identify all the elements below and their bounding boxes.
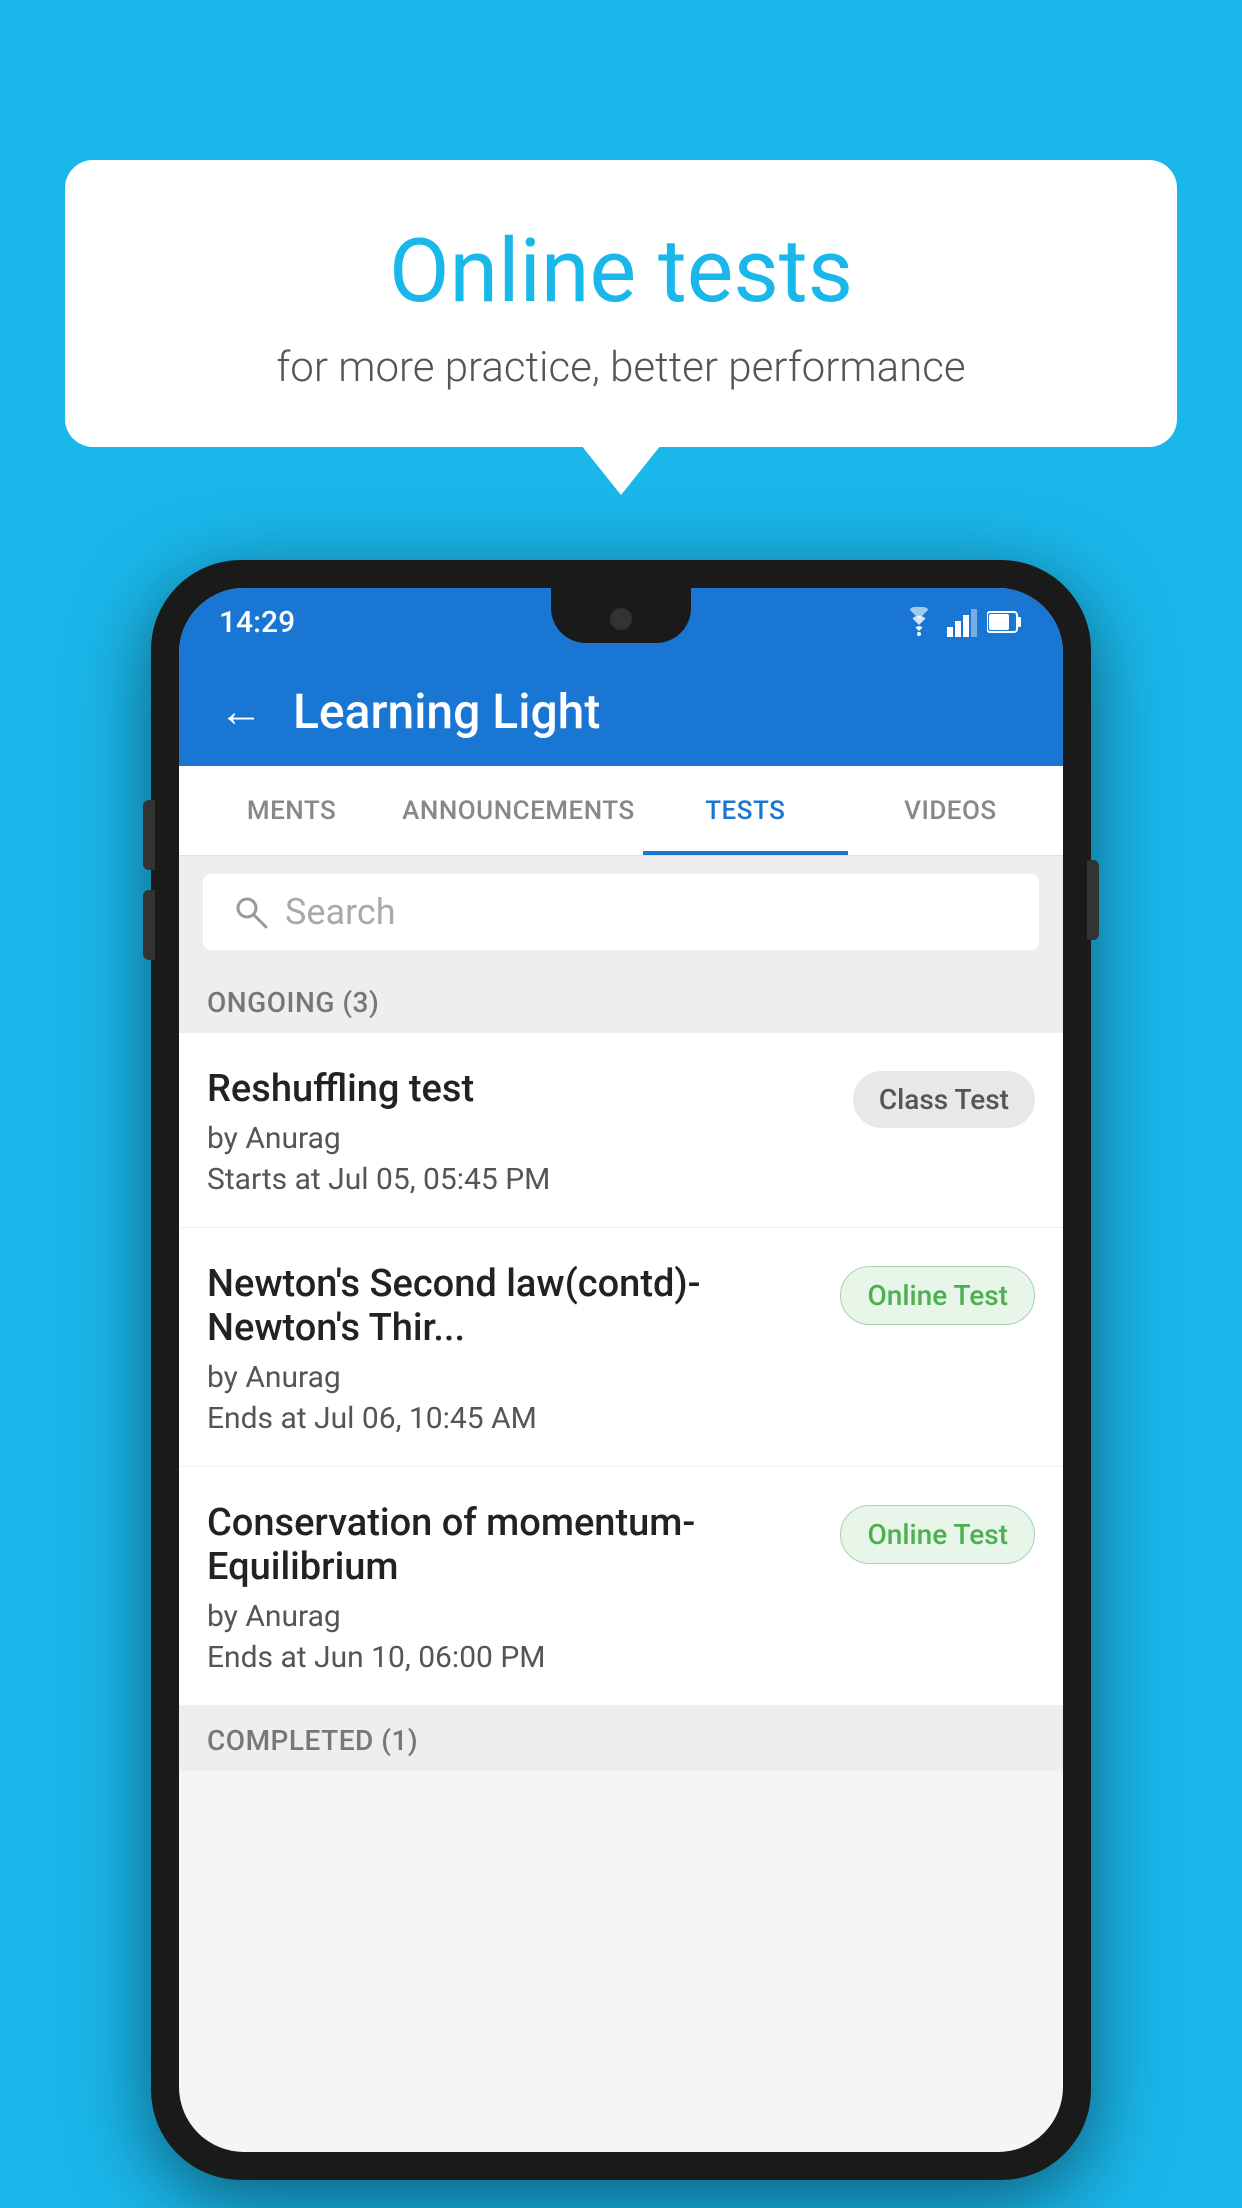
test-info-2: Newton's Second law(contd)-Newton's Thir…	[207, 1262, 820, 1436]
power-button	[1087, 860, 1099, 940]
test-badge-2: Online Test	[840, 1266, 1035, 1325]
search-container: Search	[179, 856, 1063, 968]
camera-dot	[610, 608, 632, 630]
test-name-2: Newton's Second law(contd)-Newton's Thir…	[207, 1262, 820, 1350]
volume-up-button	[143, 800, 155, 870]
app-bar: ← Learning Light	[179, 656, 1063, 766]
signal-icon	[947, 607, 977, 637]
test-badge-1: Class Test	[853, 1071, 1035, 1128]
test-item-1[interactable]: Reshuffling test by Anurag Starts at Jul…	[179, 1033, 1063, 1228]
test-item-2[interactable]: Newton's Second law(contd)-Newton's Thir…	[179, 1228, 1063, 1467]
test-time-1: Starts at Jul 05, 05:45 PM	[207, 1162, 833, 1197]
test-badge-3: Online Test	[840, 1505, 1035, 1564]
speech-bubble: Online tests for more practice, better p…	[65, 160, 1177, 447]
test-by-3: by Anurag	[207, 1599, 820, 1634]
test-name-3: Conservation of momentum-Equilibrium	[207, 1501, 820, 1589]
test-by-2: by Anurag	[207, 1360, 820, 1395]
notch	[551, 588, 691, 643]
tab-ments[interactable]: MENTS	[189, 766, 394, 855]
phone-frame: 14:29	[151, 560, 1091, 2180]
test-time-3: Ends at Jun 10, 06:00 PM	[207, 1640, 820, 1675]
test-list: Reshuffling test by Anurag Starts at Jul…	[179, 1033, 1063, 1706]
tab-tests[interactable]: TESTS	[643, 766, 848, 855]
status-bar: 14:29	[179, 588, 1063, 656]
status-icons	[901, 607, 1023, 637]
test-by-1: by Anurag	[207, 1121, 833, 1156]
speech-bubble-subtitle: for more practice, better performance	[115, 343, 1127, 392]
test-info-1: Reshuffling test by Anurag Starts at Jul…	[207, 1067, 833, 1197]
test-item-3[interactable]: Conservation of momentum-Equilibrium by …	[179, 1467, 1063, 1706]
section-completed-header: COMPLETED (1)	[179, 1706, 1063, 1771]
search-icon	[233, 894, 269, 930]
status-time: 14:29	[219, 605, 295, 640]
battery-icon	[987, 607, 1023, 637]
tab-videos[interactable]: VIDEOS	[848, 766, 1053, 855]
back-button[interactable]: ←	[219, 685, 263, 737]
search-bar[interactable]: Search	[203, 874, 1039, 950]
phone-screen: 14:29	[179, 588, 1063, 2152]
phone-mockup: 14:29	[151, 560, 1091, 2180]
test-info-3: Conservation of momentum-Equilibrium by …	[207, 1501, 820, 1675]
section-ongoing-header: ONGOING (3)	[179, 968, 1063, 1033]
speech-bubble-title: Online tests	[115, 220, 1127, 323]
app-title: Learning Light	[293, 683, 600, 740]
test-time-2: Ends at Jul 06, 10:45 AM	[207, 1401, 820, 1436]
search-placeholder: Search	[285, 891, 396, 933]
tabs-bar: MENTS ANNOUNCEMENTS TESTS VIDEOS	[179, 766, 1063, 856]
test-name-1: Reshuffling test	[207, 1067, 833, 1111]
volume-down-button	[143, 890, 155, 960]
wifi-icon	[901, 607, 937, 637]
tab-announcements[interactable]: ANNOUNCEMENTS	[394, 766, 643, 855]
